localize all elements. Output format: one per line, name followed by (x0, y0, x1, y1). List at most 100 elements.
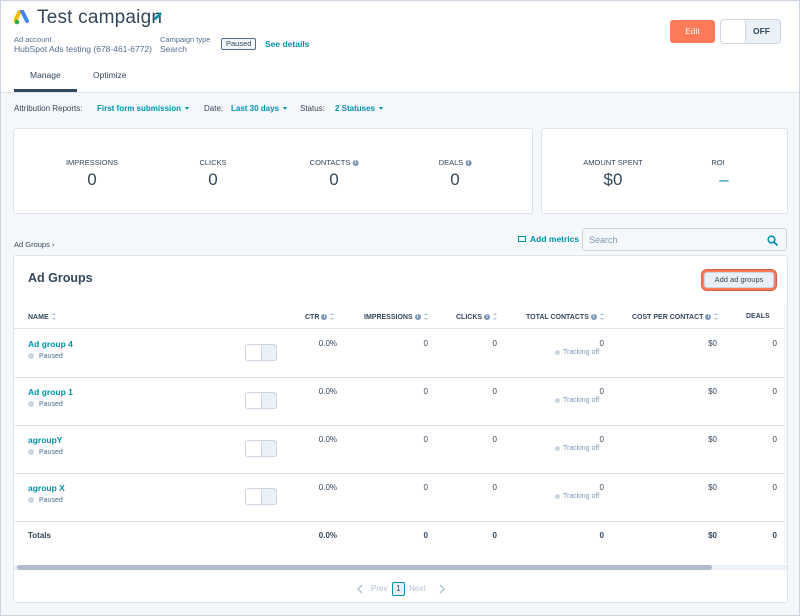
add-ad-groups-button[interactable]: Add ad groups (704, 272, 774, 288)
chevron-right-icon[interactable] (438, 584, 446, 594)
sort-icon (423, 313, 428, 320)
breadcrumb-label: Ad Groups (14, 240, 50, 249)
cell-clicks: 0 (492, 435, 497, 444)
campaign-type-label: Campaign type (160, 35, 211, 44)
tracking-label: Tracking off (563, 397, 600, 404)
deals-label: DEALS (438, 158, 464, 167)
see-details-link[interactable]: See details (265, 39, 309, 49)
ad-account-label: Ad account (14, 35, 52, 44)
ad-group-toggle[interactable] (245, 392, 277, 409)
ad-group-toggle[interactable] (245, 344, 277, 361)
row-status: Paused (28, 449, 63, 456)
ad-group-toggle[interactable] (245, 440, 277, 457)
search-input[interactable] (582, 228, 787, 251)
contacts-label-wrap: CONTACTS i (310, 158, 359, 167)
date-label: Date: (204, 104, 224, 113)
column-header-impressions[interactable]: IMPRESSIONS i (364, 313, 428, 321)
vertical-scrollbar[interactable] (784, 303, 787, 563)
tab-manage[interactable]: Manage (30, 70, 61, 80)
totals-label: Totals (28, 531, 51, 540)
tracking-status: Tracking off (555, 349, 599, 356)
panel-title: Ad Groups (28, 271, 93, 285)
chevron-left-icon[interactable] (356, 584, 364, 594)
search-icon[interactable] (767, 235, 778, 246)
column-header-ctr[interactable]: CTR i (305, 313, 335, 321)
chevron-down-icon (283, 107, 288, 111)
tracking-label: Tracking off (563, 349, 600, 356)
roi-label: ROI (711, 158, 725, 167)
tracking-status: Tracking off (555, 397, 599, 404)
add-metrics-button[interactable]: Add metrics (518, 234, 579, 244)
edit-button[interactable]: Edit (670, 20, 715, 43)
column-header-cost-per-contact[interactable]: COST PER CONTACT i (632, 313, 719, 321)
status-dot-icon (28, 497, 34, 503)
sort-icon (330, 313, 335, 320)
prev-button[interactable]: Prev (371, 584, 387, 593)
column-ctr-label: CTR (305, 314, 320, 321)
cell-ctr: 0.0% (318, 435, 337, 444)
add-metrics-label: Add metrics (530, 234, 580, 244)
ad-group-toggle[interactable] (245, 488, 277, 505)
ad-group-name-link[interactable]: agroup X (28, 483, 65, 493)
date-dropdown[interactable]: Last 30 days (231, 104, 288, 113)
column-header-clicks[interactable]: CLICKS i (456, 313, 498, 321)
toggle-knob (246, 441, 262, 456)
page-number-button[interactable]: 1 (392, 582, 405, 596)
info-icon[interactable]: i (465, 160, 472, 166)
chevron-down-icon (379, 107, 384, 111)
row-status: Paused (28, 401, 63, 408)
total-contacts: 0 (599, 531, 604, 540)
sort-icon (51, 313, 56, 320)
toggle-knob (246, 489, 262, 504)
column-header-name[interactable]: NAME (28, 313, 56, 321)
cell-impressions: 0 (423, 483, 428, 492)
cell-deals: 0 (772, 435, 777, 444)
campaign-toggle[interactable]: OFF (720, 19, 781, 44)
toggle-label: OFF (753, 26, 770, 36)
cell-deals: 0 (772, 339, 777, 348)
cell-cost: $0 (708, 483, 717, 492)
total-deals: 0 (772, 531, 777, 540)
amount-spent-label: AMOUNT SPENT (583, 158, 643, 167)
cell-contacts: 0 (599, 387, 604, 396)
ad-group-name-link[interactable]: Ad group 1 (28, 387, 73, 397)
app-frame: Test campaign Ad account HubSpot Ads tes… (0, 0, 800, 616)
tracking-status: Tracking off (555, 493, 599, 500)
row-status-label: Paused (39, 497, 63, 504)
cell-cost: $0 (708, 435, 717, 444)
status-dot-icon (555, 446, 560, 451)
metrics-card: IMPRESSIONS 0 CLICKS 0 CONTACTS i 0 DEALS… (13, 128, 533, 214)
tracking-label: Tracking off (563, 493, 600, 500)
cell-clicks: 0 (492, 387, 497, 396)
attribution-value: First form submission (97, 104, 182, 113)
cell-cost: $0 (708, 387, 717, 396)
next-button[interactable]: Next (409, 584, 425, 593)
totals-row: Totals 0.0% 0 0 0 $0 0 (14, 521, 787, 565)
ad-groups-panel: Ad Groups Add ad groups NAME CTR i IMPRES… (13, 255, 788, 603)
edit-pencil-icon[interactable] (153, 11, 163, 21)
ad-group-name-link[interactable]: agroupY (28, 435, 62, 445)
column-header-deals[interactable]: DEALS (746, 313, 770, 320)
campaign-header: Test campaign Ad account HubSpot Ads tes… (1, 1, 799, 93)
deals-label-wrap: DEALS i (439, 158, 472, 167)
ad-group-name-link[interactable]: Ad group 4 (28, 339, 73, 349)
total-impressions: 0 (423, 531, 428, 540)
toggle-knob (246, 393, 262, 408)
horizontal-scrollbar-thumb[interactable] (17, 565, 712, 570)
attribution-dropdown[interactable]: First form submission (97, 104, 190, 113)
google-ads-logo-icon (14, 10, 29, 25)
cell-ctr: 0.0% (318, 387, 337, 396)
column-name-label: NAME (28, 314, 49, 321)
cell-ctr: 0.0% (318, 483, 337, 492)
tab-optimize[interactable]: Optimize (93, 70, 127, 80)
total-ctr: 0.0% (318, 531, 337, 540)
breadcrumb[interactable]: Ad Groups › (14, 240, 54, 249)
column-header-total-contacts[interactable]: TOTAL CONTACTS i (526, 313, 604, 321)
status-dropdown[interactable]: 2 Statuses (335, 104, 384, 113)
campaign-type-value: Search (160, 44, 187, 54)
status-dot-icon (28, 401, 34, 407)
cell-contacts: 0 (599, 483, 604, 492)
date-value: Last 30 days (231, 104, 280, 113)
info-icon[interactable]: i (352, 160, 359, 166)
row-status: Paused (28, 497, 63, 504)
